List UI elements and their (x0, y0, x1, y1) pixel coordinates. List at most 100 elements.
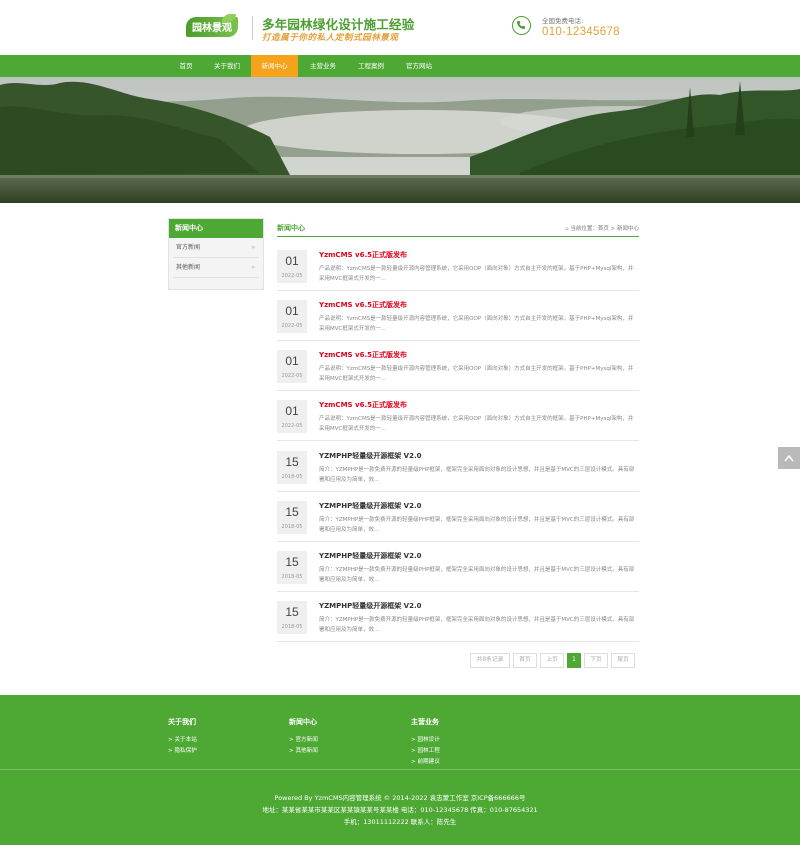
nav-item-business[interactable]: 主营业务 (301, 55, 345, 77)
date-day: 15 (285, 455, 299, 469)
news-summary: 产品说明：YzmCMS是一款轻量级开源内容管理系统，它采用OOP（面向对象）方式… (319, 416, 634, 432)
date-day: 01 (285, 304, 299, 318)
news-list-item[interactable]: 15 2018-05 YZMPHP轻量级开源框架 V2.0 简介：YZMPHP是一… (277, 592, 639, 642)
news-summary: 简介：YZMPHP是一款免费开源的轻量级PHP框架，框架完全采用面向对象的设计思… (319, 617, 635, 633)
date-month: 2022-05 (281, 323, 303, 329)
date-day: 01 (285, 254, 299, 268)
logo-text: 园林景观 (192, 23, 232, 34)
nav-item-about[interactable]: 关于我们 (205, 55, 249, 77)
nav-item-home[interactable]: 首页 (170, 55, 202, 77)
footer-link[interactable]: > 园林工程 (411, 746, 440, 757)
chevron-up-icon (784, 454, 794, 462)
forest-landscape-image (0, 77, 800, 203)
footer-link[interactable]: > 前期建议 (411, 757, 440, 768)
hero-banner (0, 77, 800, 203)
footer-col-news: 新闻中心 > 官方新闻 > 其他新闻 (289, 717, 318, 757)
news-title-link[interactable]: YzmCMS v6.5正式版发布 (319, 400, 407, 410)
news-list-item[interactable]: 01 2022-05 YzmCMS v6.5正式版发布 产品说明：YzmCMS是一… (277, 391, 639, 441)
breadcrumb-text: 当前位置：首页 > 新闻中心 (570, 226, 639, 232)
sidebar-item-label: 官方新闻 (176, 244, 201, 251)
main-nav: 首页 关于我们 新闻中心 主营业务 工程案例 官方网站 (0, 55, 800, 77)
site-footer: 关于我们 > 关于本站 > 隐私保护 新闻中心 > 官方新闻 > 其他新闻 主营… (0, 695, 800, 845)
news-title-link[interactable]: YZMPHP轻量级开源框架 V2.0 (319, 451, 421, 461)
date-month: 2018-05 (281, 524, 303, 530)
news-summary: 简介：YZMPHP是一款免费开源的轻量级PHP框架，框架完全采用面向对象的设计思… (319, 517, 635, 533)
phone-label: 全国免费电话: (542, 17, 584, 25)
footer-col-about: 关于我们 > 关于本站 > 隐私保护 (168, 717, 197, 757)
date-month: 2022-05 (281, 373, 303, 379)
news-title-link[interactable]: YZMPHP轻量级开源框架 V2.0 (319, 551, 421, 561)
news-summary: 产品说明：YzmCMS是一款轻量级开源内容管理系统，它采用OOP（面向对象）方式… (319, 366, 634, 382)
date-day: 15 (285, 555, 299, 569)
pager-last-button[interactable]: 尾页 (611, 653, 635, 668)
date-day: 15 (285, 505, 299, 519)
pager-first-button[interactable]: 首页 (513, 653, 537, 668)
pager-total: 共8条记录 (470, 653, 510, 668)
content-title: 新闻中心 (277, 224, 305, 232)
footer-link[interactable]: > 园林设计 (411, 735, 440, 746)
date-box: 01 2022-05 (277, 300, 307, 333)
footer-address: 地址：某某省某某市某某区某某镇某某号某某楼 电话：010-12345678 传真… (262, 806, 538, 814)
date-month: 2022-05 (281, 273, 303, 279)
phone-icon (512, 16, 531, 35)
date-box: 01 2022-05 (277, 350, 307, 383)
date-box: 15 2018-05 (277, 551, 307, 584)
news-list-item[interactable]: 15 2018-05 YZMPHP轻量级开源框架 V2.0 简介：YZMPHP是一… (277, 442, 639, 492)
footer-mobile: 手机：13011112222 联系人：陈先生 (343, 818, 457, 826)
sidebar-item-official-news[interactable]: 官方新闻 » (173, 238, 259, 258)
date-box: 15 2018-05 (277, 451, 307, 484)
date-month: 2018-05 (281, 574, 303, 580)
sidebar-item-other-news[interactable]: 其他新闻 » (173, 258, 259, 278)
news-title-link[interactable]: YZMPHP轻量级开源框架 V2.0 (319, 601, 421, 611)
news-list-item[interactable]: 01 2022-05 YzmCMS v6.5正式版发布 产品说明：YzmCMS是一… (277, 241, 639, 291)
news-list-item[interactable]: 01 2022-05 YzmCMS v6.5正式版发布 产品说明：YzmCMS是一… (277, 341, 639, 391)
footer-col-title: 新闻中心 (289, 718, 317, 726)
date-day: 15 (285, 605, 299, 619)
date-box: 01 2022-05 (277, 400, 307, 433)
chevron-right-icon: » (251, 264, 255, 271)
footer-divider (0, 769, 800, 770)
date-month: 2018-05 (281, 474, 303, 480)
pager-current-page[interactable]: 1 (567, 653, 581, 668)
footer-link[interactable]: > 其他新闻 (289, 746, 318, 757)
footer-col-title: 主营业务 (411, 718, 439, 726)
footer-col-title: 关于我们 (168, 718, 196, 726)
date-day: 01 (285, 354, 299, 368)
news-title-link[interactable]: YzmCMS v6.5正式版发布 (319, 300, 407, 310)
nav-item-official[interactable]: 官方网站 (397, 55, 441, 77)
news-list-item[interactable]: 15 2018-05 YZMPHP轻量级开源框架 V2.0 简介：YZMPHP是一… (277, 542, 639, 592)
date-month: 2018-05 (281, 624, 303, 630)
news-list-item[interactable]: 15 2018-05 YZMPHP轻量级开源框架 V2.0 简介：YZMPHP是一… (277, 492, 639, 542)
news-title-link[interactable]: YzmCMS v6.5正式版发布 (319, 250, 407, 260)
chevron-right-icon: » (251, 244, 255, 251)
date-box: 15 2018-05 (277, 601, 307, 634)
footer-col-business: 主营业务 > 园林设计 > 园林工程 > 前期建议 (411, 717, 440, 768)
footer-link[interactable]: > 官方新闻 (289, 735, 318, 746)
phone-number: 010-12345678 (542, 26, 620, 38)
nav-item-cases[interactable]: 工程案例 (349, 55, 393, 77)
nav-item-news[interactable]: 新闻中心 (251, 55, 298, 77)
pager-prev-button[interactable]: 上页 (540, 653, 564, 668)
news-title-link[interactable]: YzmCMS v6.5正式版发布 (319, 350, 407, 360)
news-title-link[interactable]: YZMPHP轻量级开源框架 V2.0 (319, 501, 421, 511)
site-logo[interactable]: 园林景观 (186, 14, 238, 40)
home-icon: ⌂ (565, 226, 569, 232)
pager-next-button[interactable]: 下页 (584, 653, 608, 668)
footer-copyright: Powered By YzmCMS内容管理系统 © 2014-2022 袁志蒙工… (274, 794, 526, 802)
site-header: 园林景观 多年园林绿化设计施工经验 打造属于你的私人定制式园林景观 全国免费电话… (0, 0, 800, 55)
news-summary: 简介：YZMPHP是一款免费开源的轻量级PHP框架，框架完全采用面向对象的设计思… (319, 467, 635, 483)
breadcrumb: ⌂ 当前位置：首页 > 新闻中心 (565, 224, 639, 232)
date-day: 01 (285, 404, 299, 418)
header-divider (252, 16, 253, 40)
news-list-item[interactable]: 01 2022-05 YzmCMS v6.5正式版发布 产品说明：YzmCMS是一… (277, 291, 639, 341)
footer-link[interactable]: > 关于本站 (168, 735, 197, 746)
date-box: 15 2018-05 (277, 501, 307, 534)
content-header: 新闻中心 ⌂ 当前位置：首页 > 新闻中心 (277, 220, 639, 237)
date-box: 01 2022-05 (277, 250, 307, 283)
sidebar-title: 新闻中心 (169, 219, 263, 238)
footer-link[interactable]: > 隐私保护 (168, 746, 197, 757)
news-summary: 产品说明：YzmCMS是一款轻量级开源内容管理系统，它采用OOP（面向对象）方式… (319, 316, 634, 332)
back-to-top-button[interactable] (778, 447, 800, 469)
news-summary: 简介：YZMPHP是一款免费开源的轻量级PHP框架，框架完全采用面向对象的设计思… (319, 567, 635, 583)
news-summary: 产品说明：YzmCMS是一款轻量级开源内容管理系统，它采用OOP（面向对象）方式… (319, 266, 634, 282)
